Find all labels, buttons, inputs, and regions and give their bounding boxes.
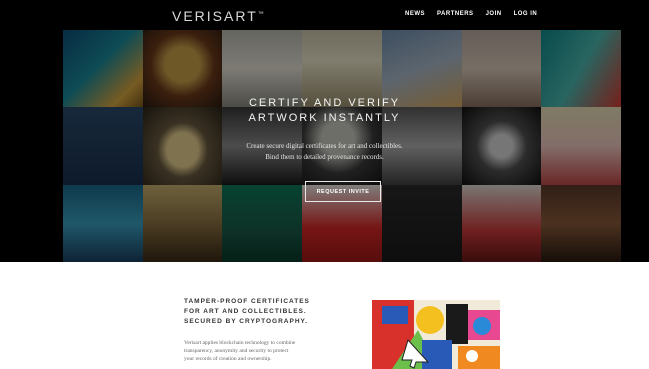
hero-subtitle-line2: Bind them to detailed provenance records…	[265, 153, 384, 161]
section-heading-line2: FOR ART AND COLLECTIBLES.	[184, 308, 307, 315]
nav-link-login[interactable]: LOG IN	[514, 11, 538, 17]
section-heading: TAMPER-PROOF CERTIFICATES FOR ART AND CO…	[184, 297, 310, 327]
verisart-logo[interactable]: VERISART™	[172, 8, 264, 24]
nav-link-news[interactable]: NEWS	[405, 11, 425, 17]
section-body-line2: transparency, anonymity and security to …	[184, 348, 289, 354]
trademark-mark: ™	[257, 11, 264, 18]
logo-text: VERISART	[172, 8, 258, 24]
featured-artwork-image	[372, 300, 500, 369]
nav-link-join[interactable]: JOIN	[486, 11, 502, 17]
section-heading-line3: SECURED BY CRYPTOGRAPHY.	[184, 318, 308, 325]
hero-title-line2: ARTWORK INSTANTLY	[248, 112, 401, 124]
top-navigation: VERISART™ NEWS PARTNERS JOIN LOG IN	[0, 0, 649, 30]
hero-title-line1: CERTIFY AND VERIFY	[248, 97, 401, 109]
nav-links: NEWS PARTNERS JOIN LOG IN	[405, 11, 537, 17]
hero-subtitle-line1: Create secure digital certificates for a…	[246, 142, 403, 150]
nav-link-partners[interactable]: PARTNERS	[437, 11, 474, 17]
section-body: Verisart applies blockchain technology t…	[184, 339, 334, 363]
section-body-line3: your records of creation and ownership.	[184, 356, 272, 362]
request-invite-button[interactable]: REQUEST INVITE	[305, 181, 381, 202]
hero-section: VERISART™ NEWS PARTNERS JOIN LOG IN CERT…	[0, 0, 649, 262]
section-body-line1: Verisart applies blockchain technology t…	[184, 340, 296, 346]
section-heading-line1: TAMPER-PROOF CERTIFICATES	[184, 298, 310, 305]
